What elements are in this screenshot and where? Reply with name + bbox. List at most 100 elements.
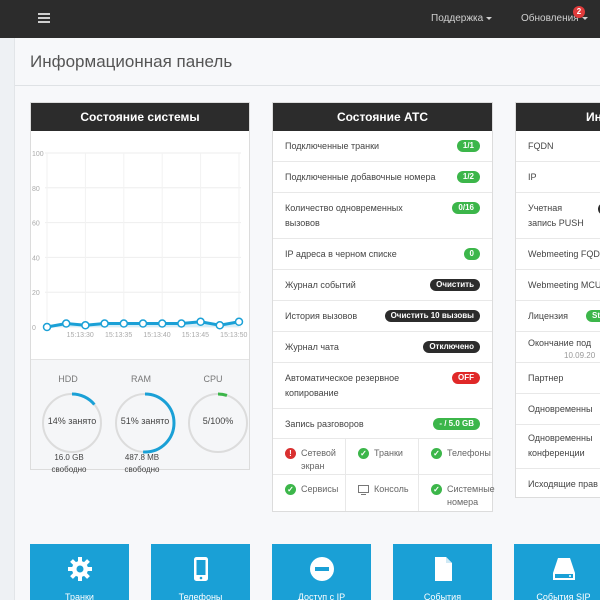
top-navbar: Поддержка Обновления 2	[0, 0, 600, 38]
status-row-label: Журнал событий	[285, 280, 356, 290]
status-system-numbers[interactable]: ✓ Системные номера	[419, 475, 495, 511]
info-row-label: FQDN	[528, 141, 554, 151]
tile-trunks[interactable]: Транки	[30, 544, 129, 600]
concurrent-calls-badge: 0/16	[452, 202, 480, 214]
status-row: IP адреса в черном списке 0	[273, 239, 492, 270]
info-row: Лицензия St	[516, 301, 600, 332]
info-row: Одновременны	[516, 394, 600, 425]
status-row-label: IP адреса в черном списке	[285, 249, 397, 259]
info-row-label: Лицензия	[528, 311, 568, 321]
system-status-title: Состояние системы	[31, 103, 249, 131]
license-badge: St	[586, 310, 600, 322]
gear-icon	[68, 557, 92, 581]
data-point	[42, 322, 52, 332]
info-panel-title: Ин	[516, 103, 600, 131]
check-icon: ✓	[431, 448, 442, 459]
status-row-label: Запись разговоров	[285, 419, 364, 429]
chevron-down-icon	[581, 16, 588, 20]
trunks-count-badge: 1/1	[456, 140, 480, 152]
load-chart: 100 80 60 40 20 0 15:13:30 15:13:35 15:13:40 15:1…	[32, 151, 248, 339]
license-expiry-date: 10.09.20	[564, 351, 596, 360]
menu-toggle-icon[interactable]	[38, 13, 50, 23]
hdd-free: 16.0 GB свободно	[34, 452, 104, 476]
hdd-free-size: 16.0 GB	[54, 453, 84, 462]
status-row-label: История вызовов	[285, 311, 358, 321]
y-tick-label: 40	[32, 255, 40, 262]
status-phones[interactable]: ✓ Телефоны	[419, 439, 492, 475]
extensions-count-badge: 1/2	[456, 171, 480, 183]
data-point	[177, 319, 186, 328]
status-trunks[interactable]: ✓ Транки	[346, 439, 419, 475]
page-title: Информационная панель	[30, 52, 233, 71]
document-icon	[435, 557, 452, 581]
status-row-label: Подключенные добавочные номера	[285, 172, 436, 182]
status-label: Транки	[374, 448, 403, 458]
system-status-panel: Состояние системы 100 80 60 40 20 0 15:13:30 15…	[30, 102, 250, 474]
data-point	[215, 321, 225, 330]
tile-label: События SIP	[536, 592, 591, 600]
status-label: Сервисы	[301, 484, 339, 494]
phone-icon	[194, 557, 208, 581]
divider	[15, 85, 600, 86]
ram-gauge-title: RAM	[131, 374, 151, 384]
hdd-gauge-title: HDD	[58, 374, 78, 384]
data-point	[196, 317, 205, 327]
tile-events[interactable]: События	[393, 544, 492, 600]
tile-sip-events[interactable]: События SIP	[514, 544, 600, 600]
data-point	[234, 317, 244, 327]
pbx-status-panel: Состояние АТС Подключенные транки 1/1 По…	[272, 102, 495, 512]
info-row-label: IP	[528, 172, 537, 182]
status-row: Подключенные добавочные номера 1/2	[273, 162, 492, 193]
x-tick-label: 15:13:50	[220, 332, 247, 339]
ram-free-label: свободно	[124, 465, 160, 474]
info-row: Одновременны конференции	[516, 425, 600, 469]
ram-free: 487.8 MB свободно	[107, 452, 177, 476]
ram-usage: 51% занято	[120, 416, 170, 426]
info-row: Webmeeting MCU	[516, 270, 600, 301]
y-tick-label: 100	[32, 151, 44, 158]
data-point	[119, 319, 129, 328]
backup-toggle[interactable]: OFF	[452, 372, 480, 384]
chevron-down-icon	[486, 16, 493, 20]
status-console[interactable]: Консоль	[346, 475, 419, 511]
monitor-icon	[358, 485, 369, 495]
x-tick-label: 15:13:30	[67, 332, 94, 339]
status-row-label: Подключенные транки	[285, 141, 380, 151]
tile-label: Доступ с IP	[297, 592, 346, 600]
pbx-status-title: Состояние АТС	[273, 103, 492, 131]
data-point	[81, 321, 90, 330]
tile-label: События	[423, 592, 462, 600]
info-row: Webmeeting FQD	[516, 239, 600, 270]
status-label: Телефоны	[447, 448, 491, 458]
info-row-label: Исходящие прав	[528, 479, 598, 489]
cpu-gauge-title: CPU	[203, 374, 223, 384]
status-label: Консоль	[374, 484, 409, 494]
blacklist-count-badge: 0	[463, 248, 480, 260]
status-firewall[interactable]: ! Сетевой экран	[273, 439, 346, 475]
chat-log-toggle[interactable]: Отключено	[423, 341, 480, 353]
status-row: Количество одновременных вызовов 0/16	[273, 193, 492, 239]
info-row: Учетная запись PUSH	[516, 193, 600, 239]
service-status-grid: ! Сетевой экран ✓ Транки ✓ Телефоны ✓ Се…	[273, 439, 495, 511]
info-row-label: Партнер	[528, 373, 564, 383]
drive-icon	[553, 558, 575, 580]
clear-events-button[interactable]: Очистить	[430, 279, 480, 291]
tile-ip-access[interactable]: Доступ с IP	[272, 544, 371, 600]
clear-calls-button[interactable]: Очистить 10 вызовы	[384, 310, 480, 322]
resource-gauges: HDD RAM CPU 14% занято 51% занято 5/100%…	[31, 359, 249, 474]
support-label: Поддержка	[431, 13, 484, 24]
tile-phones[interactable]: Телефоны	[151, 544, 250, 600]
status-row: Журнал событий Очистить	[273, 270, 492, 301]
info-row: Исходящие прав	[516, 469, 600, 499]
status-label: Системные номера	[447, 484, 495, 507]
tile-label: Транки	[65, 592, 94, 600]
ram-free-size: 487.8 MB	[124, 453, 160, 462]
cpu-usage: 5/100%	[202, 416, 234, 426]
updates-count-badge: 2	[573, 6, 585, 18]
status-row: История вызовов Очистить 10 вызовы	[273, 301, 492, 332]
x-tick-label: 15:13:35	[105, 332, 132, 339]
info-row: FQDN	[516, 131, 600, 162]
status-services[interactable]: ✓ Сервисы	[273, 475, 346, 511]
check-icon: ✓	[431, 484, 442, 495]
support-menu[interactable]: Поддержка	[431, 13, 493, 24]
